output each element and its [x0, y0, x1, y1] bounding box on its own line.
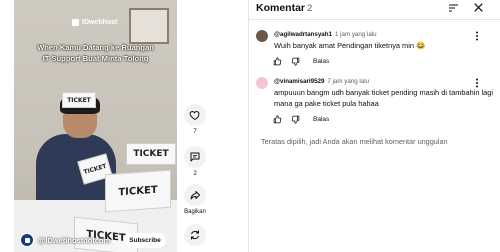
more-options-icon[interactable]	[473, 30, 481, 42]
comment-time[interactable]: 7 jam yang lalu	[327, 78, 369, 85]
subscribe-button[interactable]: Subscribe	[124, 233, 166, 248]
comment-icon	[190, 152, 200, 162]
wall-frame	[129, 8, 169, 44]
comment-actions: Balas	[273, 115, 329, 124]
thumbs-up-icon[interactable]	[273, 115, 282, 124]
comment-actions: Balas	[273, 57, 329, 66]
reply-button[interactable]: Balas	[313, 116, 329, 123]
heart-icon	[189, 110, 200, 121]
thumbs-down-icon[interactable]	[291, 115, 300, 124]
shorts-page: TICKET TICKET TICKET TICKET TICKET IDweb…	[0, 0, 500, 252]
comment-text: Wuih banyak amat Pendingan tiketnya min …	[274, 41, 426, 50]
share-arrow-icon	[190, 191, 200, 200]
comment-count: 2	[193, 171, 197, 177]
reply-button[interactable]: Balas	[313, 58, 329, 65]
comments-header: Komentar 2	[249, 0, 500, 18]
sort-info-note: Teratas dipilih, jadi Anda akan melihat …	[261, 137, 448, 146]
remix-button[interactable]	[184, 224, 206, 246]
comment-meta: @vinamisari9529 7 jam yang lalu	[274, 78, 369, 85]
caption-line: IT Support Buat Minta Tolong	[42, 54, 149, 63]
comment-meta: @agilwadrtansyah1 1 jam yang lalu	[274, 31, 377, 38]
more-options-icon[interactable]	[473, 77, 481, 89]
video-player[interactable]: TICKET TICKET TICKET TICKET TICKET IDweb…	[14, 0, 177, 252]
comment-author[interactable]: @vinamisari9529	[274, 78, 324, 85]
channel-avatar[interactable]	[20, 233, 34, 247]
share-button[interactable]	[184, 184, 206, 206]
like-count: 7	[193, 129, 197, 135]
comment-author[interactable]: @agilwadrtansyah1	[274, 31, 332, 38]
like-action[interactable]: 7	[182, 104, 208, 135]
remix-action[interactable]	[182, 224, 208, 246]
video-caption: When Kamu Datang ke Ruangan IT Support B…	[14, 42, 177, 64]
share-action[interactable]: Bagikan	[182, 184, 208, 215]
comments-count: 2	[307, 3, 313, 14]
ticket-sign: TICKET	[62, 92, 96, 108]
thumbs-up-icon[interactable]	[273, 57, 282, 66]
comments-title: Komentar	[256, 2, 306, 14]
ticket-sign: TICKET	[105, 169, 171, 213]
channel-info[interactable]: @IDwebhostdotcom	[20, 233, 110, 247]
comment-time[interactable]: 1 jam yang lalu	[335, 31, 377, 38]
comment-action[interactable]: 2	[182, 146, 208, 177]
header-divider	[249, 19, 500, 20]
action-rail: 7 2 Bagikan	[180, 0, 210, 252]
caption-line: When Kamu Datang ke Ruangan	[37, 43, 154, 52]
thumbs-down-icon[interactable]	[291, 57, 300, 66]
commenter-avatar[interactable]	[256, 30, 268, 42]
ticket-sign: TICKET	[126, 143, 176, 165]
video-watermark: IDwebhost	[72, 19, 117, 26]
remix-icon	[191, 230, 199, 240]
idwebhost-logo-icon	[72, 19, 79, 26]
like-button[interactable]	[184, 104, 206, 126]
commenter-avatar[interactable]	[256, 77, 268, 89]
watermark-text: IDwebhost	[82, 19, 118, 26]
comments-panel: Komentar 2 @agilwadrtansyah1 1 jam yang l…	[248, 0, 500, 252]
close-icon[interactable]	[472, 1, 485, 14]
comment-button[interactable]	[184, 146, 206, 168]
comment-text: ampuuun bangm udh banyak ticket pending …	[274, 88, 493, 108]
sort-icon[interactable]	[447, 2, 460, 14]
share-label: Bagikan	[184, 209, 206, 215]
channel-name[interactable]: @IDwebhostdotcom	[38, 236, 110, 245]
